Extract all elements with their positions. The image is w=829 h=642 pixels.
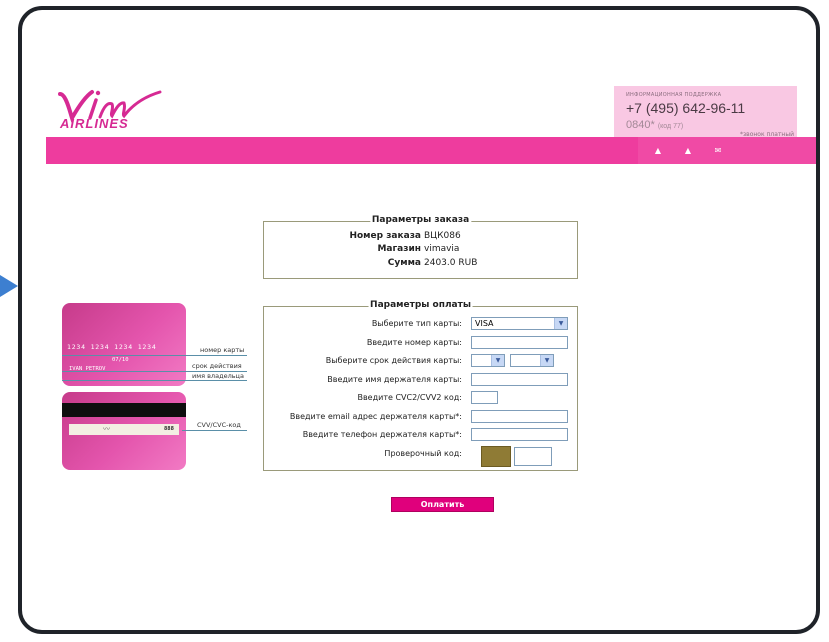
name-annot-line [62,380,247,381]
support-title: ИНФОРМАЦИОННАЯ ПОДДЕРЖКА [626,92,722,98]
card-type-label: Выберите тип карты: [371,319,462,328]
chevron-down-icon[interactable]: ▼ [554,318,567,329]
signature-icon: 〰 [103,425,110,433]
cvc-input[interactable] [471,391,498,404]
order-number-value: ВЦК086 [424,231,461,241]
mail-icon[interactable]: ✉ [713,146,723,155]
nav-icons: ▲ ▲ ✉ [638,137,816,164]
card-type-select[interactable]: VISA ▼ [471,317,568,330]
expiry-label: Выберите срок действия карты: [325,356,462,365]
sitemap-icon[interactable]: ▲ [683,146,693,155]
card-expiry-sample: 07/10 [112,357,129,363]
cvv-annot: CVV/CVC-код [197,421,241,429]
card-number-sample: 1234 1234 1234 1234 [67,343,157,351]
magnetic-stripe [62,403,186,417]
holder-name-input[interactable] [471,373,568,386]
order-params-legend: Параметры заказа [369,215,472,225]
cvv-sample: 888 [164,426,174,432]
short-number: 0840* [626,119,655,131]
chevron-down-icon[interactable]: ▼ [491,355,504,366]
card-number-label: Введите номер карты: [366,338,462,347]
pointer-arrow-icon [0,275,18,297]
captcha-label: Проверочный код: [384,449,462,458]
signature-panel: 〰 888 [69,424,179,435]
browser-frame: AIRLINES ИНФОРМАЦИОННАЯ ПОДДЕРЖКА +7 (49… [18,6,820,634]
support-short-number: 0840* (код 77) [626,119,683,131]
cvv-annot-line [182,430,247,431]
expiry-annot: срок действия [192,362,242,370]
phone-input[interactable] [471,428,568,441]
short-note: (код 77) [657,123,684,130]
order-number-row: Номер заказа [349,231,421,241]
sum-label: Сумма [387,258,421,268]
captcha-image [481,446,511,467]
email-label: Введите email адрес держателя карты*: [289,412,462,421]
number-annot-line [62,355,247,356]
payment-params-fieldset: Параметры оплаты Выберите тип карты: VIS… [263,300,578,471]
nav-bar: ▲ ▲ ✉ [46,137,816,164]
shop-row: Магазин [377,244,421,254]
cvc-label: Введите CVC2/CVV2 код: [357,393,462,402]
sum-row: Сумма [388,258,421,268]
logo-airlines-text: AIRLINES [60,116,129,131]
support-box: ИНФОРМАЦИОННАЯ ПОДДЕРЖКА +7 (495) 642-96… [614,86,797,144]
card-back-image: 〰 888 [62,392,186,470]
home-icon[interactable]: ▲ [653,146,663,155]
number-annot: номер карты [200,346,245,354]
card-front-image: 1234 1234 1234 1234 07/10 IVAN PETROV [62,303,186,386]
card-number-input[interactable] [471,336,568,349]
captcha-input[interactable] [514,447,552,466]
shop-value: vimavia [424,244,460,254]
expiry-year-select[interactable]: ▼ [510,354,554,367]
card-type-value: VISA [475,319,494,328]
order-number-label: Номер заказа [349,231,421,241]
shop-label: Магазин [377,244,421,254]
support-phone: +7 (495) 642-96-11 [626,100,746,116]
pay-button[interactable]: Оплатить [391,497,494,512]
holder-label: Введите имя держателя карты: [327,375,462,384]
sum-value: 2403.0 RUB [424,258,478,268]
expiry-month-select[interactable]: ▼ [471,354,505,367]
phone-label: Введите телефон держателя карты*: [302,430,462,439]
order-params-fieldset: Параметры заказа Номер заказа ВЦК086 Маг… [263,215,578,279]
chevron-down-icon[interactable]: ▼ [540,355,553,366]
email-input[interactable] [471,410,568,423]
payment-params-legend: Параметры оплаты [368,300,473,310]
name-annot: имя владельца [192,372,244,380]
